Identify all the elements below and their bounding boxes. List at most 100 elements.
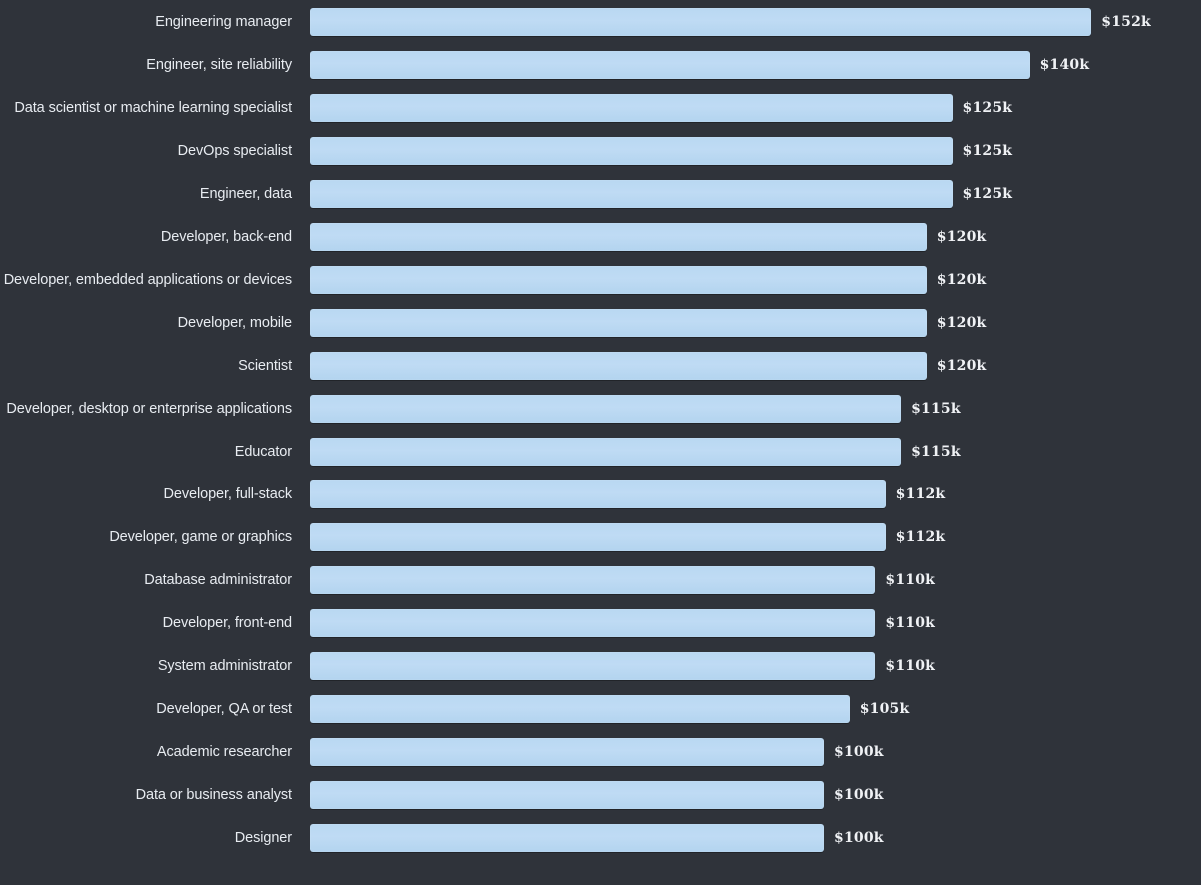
bar-container: $105k — [310, 695, 910, 724]
bar-row: Data scientist or machine learning speci… — [0, 93, 1201, 122]
bar-row: Engineering manager $152k — [0, 8, 1201, 36]
bar-value-label: $120k — [936, 314, 987, 331]
bar[interactable] — [310, 136, 953, 165]
bar-container: $110k — [310, 652, 936, 681]
bar-value-label: $115k — [911, 400, 961, 417]
category-label: Developer, mobile — [177, 314, 292, 331]
bar[interactable] — [310, 93, 953, 122]
bar-value-label: $120k — [936, 228, 987, 245]
bar[interactable] — [310, 781, 824, 810]
category-label: Developer, desktop or enterprise applica… — [6, 400, 292, 417]
bar[interactable] — [310, 351, 927, 380]
bar[interactable] — [310, 222, 927, 251]
bar-container: $110k — [310, 566, 936, 595]
category-label: Developer, front-end — [162, 615, 292, 632]
bar[interactable] — [310, 523, 886, 552]
bar-row: Data or business analyst $100k — [0, 781, 1201, 810]
bar-container: $112k — [310, 523, 946, 552]
category-label: DevOps specialist — [177, 142, 292, 159]
bar-container: $152k — [310, 8, 1151, 36]
bar-row: Database administrator $110k — [0, 566, 1201, 595]
bar[interactable] — [310, 609, 876, 638]
bar-container: $100k — [310, 738, 884, 767]
bar-value-label: $110k — [885, 615, 936, 632]
bar-row: Scientist $120k — [0, 351, 1201, 380]
bar-value-label: $112k — [895, 529, 946, 546]
bar-container: $125k — [310, 93, 1013, 122]
horizontal-bar-chart: Engineering manager $152k Engineer, site r… — [0, 0, 1201, 885]
category-label: Database administrator — [144, 572, 292, 589]
bar[interactable] — [310, 50, 1030, 79]
bar-row: Engineer, data $125k — [0, 179, 1201, 208]
bar-container: $120k — [310, 222, 987, 251]
bar[interactable] — [310, 824, 824, 853]
bar-value-label: $152k — [1101, 14, 1151, 30]
category-label: Developer, back-end — [160, 228, 292, 245]
bar-container: $125k — [310, 136, 1013, 165]
bar[interactable] — [310, 652, 876, 681]
bar-value-label: $110k — [885, 572, 936, 589]
bar[interactable] — [310, 308, 927, 337]
category-label: Engineer, data — [199, 185, 292, 202]
bar-row: Developer, mobile $120k — [0, 308, 1201, 337]
bar-value-label: $105k — [859, 701, 910, 718]
bar-value-label: $110k — [885, 658, 936, 675]
bar-value-label: $100k — [834, 830, 884, 847]
category-label: Academic researcher — [156, 744, 292, 761]
category-label: System administrator — [157, 658, 292, 675]
bar[interactable] — [310, 480, 886, 509]
bar-container: $125k — [310, 179, 1013, 208]
bar-container: $120k — [310, 308, 987, 337]
category-label: Data scientist or machine learning speci… — [14, 99, 292, 116]
bar-value-label: $125k — [962, 185, 1013, 202]
bar-value-label: $120k — [936, 357, 987, 374]
category-label: Scientist — [238, 357, 292, 374]
bar-container: $140k — [310, 50, 1090, 79]
bar-value-label: $125k — [962, 99, 1013, 116]
bar-value-label: $125k — [962, 142, 1013, 159]
bar-row: Engineer, site reliability $140k — [0, 50, 1201, 79]
category-label: Developer, full-stack — [163, 486, 293, 503]
bar-value-label: $115k — [911, 443, 961, 460]
bar[interactable] — [310, 265, 927, 294]
category-label: Educator — [234, 443, 292, 460]
bar-container: $120k — [310, 351, 987, 380]
category-label: Designer — [234, 830, 292, 847]
bar[interactable] — [310, 695, 850, 724]
bar-container: $120k — [310, 265, 987, 294]
bar-row: DevOps specialist $125k — [0, 136, 1201, 165]
bar-container: $115k — [310, 394, 961, 423]
bar-container: $112k — [310, 480, 946, 509]
bar[interactable] — [310, 437, 902, 466]
category-label: Data or business analyst — [135, 787, 292, 804]
category-label: Engineering manager — [155, 14, 292, 30]
bar-row: Developer, embedded applications or devi… — [0, 265, 1201, 294]
category-label: Developer, embedded applications or devi… — [3, 271, 292, 288]
category-label: Developer, QA or test — [156, 701, 292, 718]
bar-row: Developer, front-end $110k — [0, 609, 1201, 638]
bar[interactable] — [310, 179, 953, 208]
bar-value-label: $100k — [834, 787, 884, 804]
bar[interactable] — [310, 8, 1092, 36]
bar-value-label: $140k — [1039, 56, 1090, 73]
bar-row: Academic researcher $100k — [0, 738, 1201, 767]
bar-container: $100k — [310, 824, 884, 853]
bar-value-label: $100k — [834, 744, 884, 761]
bar-container: $110k — [310, 609, 936, 638]
bar-row: Developer, full-stack $112k — [0, 480, 1201, 509]
bar-row: Designer $100k — [0, 824, 1201, 853]
category-label: Developer, game or graphics — [109, 529, 292, 546]
bar-value-label: $120k — [936, 271, 987, 288]
bar-row: Developer, desktop or enterprise applica… — [0, 394, 1201, 423]
bar-value-label: $112k — [895, 486, 946, 503]
bar[interactable] — [310, 394, 902, 423]
bar-row: Developer, game or graphics $112k — [0, 523, 1201, 552]
bar-container: $100k — [310, 781, 884, 810]
bar-row: Developer, QA or test $105k — [0, 695, 1201, 724]
bar-row: Educator $115k — [0, 437, 1201, 466]
category-label: Engineer, site reliability — [146, 56, 292, 73]
bar[interactable] — [310, 738, 824, 767]
bar[interactable] — [310, 566, 876, 595]
bar-row: Developer, back-end $120k — [0, 222, 1201, 251]
bar-row: System administrator $110k — [0, 652, 1201, 681]
